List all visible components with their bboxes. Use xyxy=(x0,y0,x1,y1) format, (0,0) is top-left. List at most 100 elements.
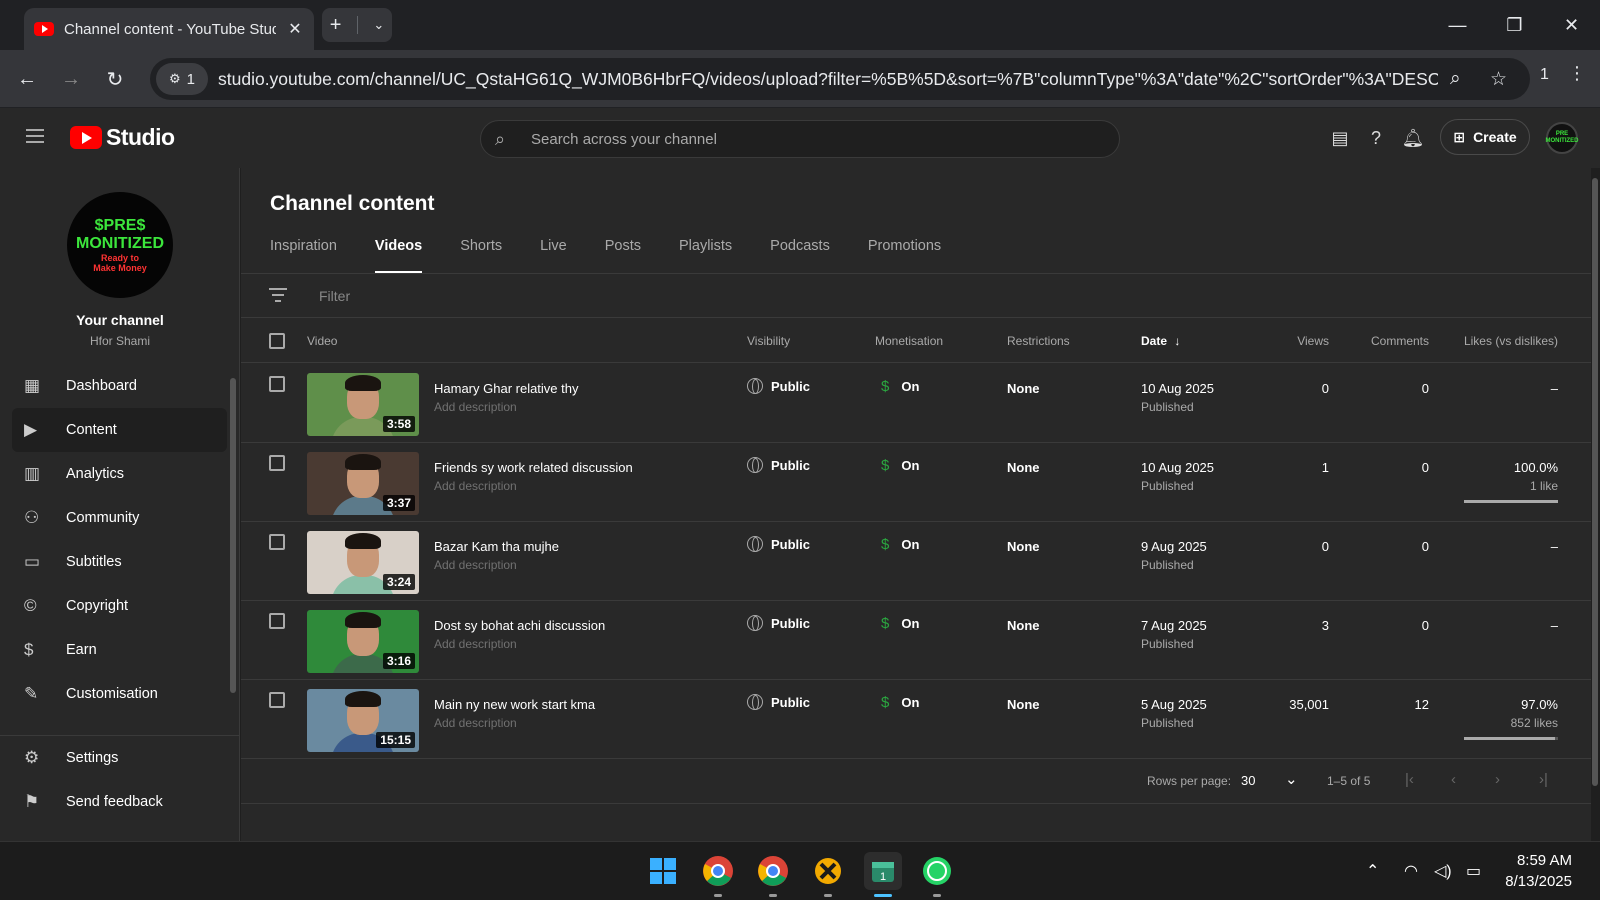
tab-videos[interactable]: Videos xyxy=(374,238,423,274)
tab-posts[interactable]: Posts xyxy=(605,238,641,274)
table-row[interactable]: 3:16 Dost sy bohat achi discussion Add des… xyxy=(241,601,1591,680)
whatsapp-icon[interactable] xyxy=(918,852,956,890)
filter-input[interactable]: Filter xyxy=(319,288,350,304)
tray-expand-chevron-icon[interactable]: ⌃ xyxy=(1366,861,1379,881)
comments-value[interactable]: 12 xyxy=(1415,697,1429,712)
visibility-cell[interactable]: Public xyxy=(747,694,810,710)
comments-value[interactable]: 0 xyxy=(1422,618,1429,633)
channel-avatar[interactable]: $PRE$ MONITIZED Ready to Make Money xyxy=(67,192,173,298)
video-description[interactable]: Add description xyxy=(434,400,517,414)
minimize-icon[interactable]: — xyxy=(1429,0,1486,50)
help-icon[interactable]: ? xyxy=(1364,126,1388,150)
video-thumbnail[interactable]: 15:15 xyxy=(307,689,419,752)
wifi-icon[interactable]: ◠ xyxy=(1404,861,1418,881)
close-tab-icon[interactable]: ✕ xyxy=(286,19,304,39)
reload-icon[interactable]: ↻ xyxy=(100,64,130,94)
video-title[interactable]: Main ny new work start kma xyxy=(434,697,595,712)
feedback-chat-icon[interactable]: ▤ xyxy=(1328,126,1352,150)
row-checkbox[interactable] xyxy=(269,534,285,550)
sidebar-item-settings[interactable]: ⚙ Settings xyxy=(12,736,227,780)
back-icon[interactable]: ← xyxy=(12,64,42,94)
create-button[interactable]: ⊞ Create xyxy=(1440,119,1530,155)
tab-shorts[interactable]: Shorts xyxy=(460,238,502,274)
studio-logo[interactable]: Studio xyxy=(70,124,175,151)
system-clock[interactable]: 8:59 AM 8/13/2025 xyxy=(1505,850,1572,892)
row-checkbox[interactable] xyxy=(269,613,285,629)
col-date[interactable]: Date ↓ xyxy=(1141,334,1180,348)
sidebar-item-copyright[interactable]: © Copyright xyxy=(12,584,227,628)
browser-tab[interactable]: Channel content - YouTube Studio ✕ xyxy=(24,8,314,50)
monetisation-cell[interactable]: $ On xyxy=(881,536,919,553)
main-scrollbar[interactable] xyxy=(1592,178,1598,786)
video-description[interactable]: Add description xyxy=(434,637,517,651)
table-row[interactable]: 3:24 Bazar Kam tha mujhe Add description Pu… xyxy=(241,522,1591,601)
visibility-cell[interactable]: Public xyxy=(747,457,810,473)
video-description[interactable]: Add description xyxy=(434,558,517,572)
visibility-cell[interactable]: Public xyxy=(747,536,810,552)
tab-search-chevron-icon[interactable]: ⌄ xyxy=(373,17,384,33)
col-likes[interactable]: Likes (vs dislikes) xyxy=(1464,334,1558,348)
search-box[interactable]: ⌕ xyxy=(480,120,1120,158)
volume-icon[interactable]: ◁) xyxy=(1434,861,1452,881)
calendar-app-icon[interactable]: 1 xyxy=(864,852,902,890)
col-views[interactable]: Views xyxy=(1297,334,1329,348)
filter-icon[interactable] xyxy=(269,288,287,306)
table-row[interactable]: 15:15 Main ny new work start kma Add descr… xyxy=(241,680,1591,759)
sidebar-item-community[interactable]: ⚇ Community xyxy=(12,496,227,540)
first-page-icon[interactable]: |‹ xyxy=(1405,771,1414,788)
prev-page-icon[interactable]: ‹ xyxy=(1451,771,1456,788)
windows-start-icon[interactable] xyxy=(644,852,682,890)
filter-bar[interactable]: Filter xyxy=(241,274,1591,318)
menu-hamburger-icon[interactable] xyxy=(26,129,44,143)
last-page-icon[interactable]: ›| xyxy=(1539,771,1548,788)
monetisation-cell[interactable]: $ On xyxy=(881,457,919,474)
sidebar-item-analytics[interactable]: ▥ Analytics xyxy=(12,452,227,496)
sidebar-item-content[interactable]: ▶ Content xyxy=(12,408,227,452)
monetisation-cell[interactable]: $ On xyxy=(881,694,919,711)
row-checkbox[interactable] xyxy=(269,692,285,708)
monetisation-cell[interactable]: $ On xyxy=(881,378,919,395)
rows-per-page-chevron-icon[interactable]: ⌄ xyxy=(1285,770,1298,788)
forward-icon[interactable]: → xyxy=(56,64,86,94)
visibility-cell[interactable]: Public xyxy=(747,615,810,631)
site-info-button[interactable]: ⚙ 1 xyxy=(156,63,208,95)
comments-value[interactable]: 0 xyxy=(1422,381,1429,396)
tab-playlists[interactable]: Playlists xyxy=(679,238,732,274)
video-thumbnail[interactable]: 3:24 xyxy=(307,531,419,594)
sidebar-item-subtitles[interactable]: ▭ Subtitles xyxy=(12,540,227,584)
table-row[interactable]: 3:58 Hamary Ghar relative thy Add descript… xyxy=(241,364,1591,443)
sidebar-item-customisation[interactable]: ✎ Customisation xyxy=(12,672,227,716)
rows-per-page-select[interactable]: 30 xyxy=(1241,773,1255,788)
table-row[interactable]: 3:37 Friends sy work related discussion Ad… xyxy=(241,443,1591,522)
comments-value[interactable]: 0 xyxy=(1422,539,1429,554)
bookmark-star-icon[interactable]: ☆ xyxy=(1490,68,1507,91)
tab-podcasts[interactable]: Podcasts xyxy=(770,238,830,274)
video-title[interactable]: Dost sy bohat achi discussion xyxy=(434,618,605,633)
sidebar-item-earn[interactable]: $ Earn xyxy=(12,628,227,672)
video-title[interactable]: Friends sy work related discussion xyxy=(434,460,633,475)
chrome-app-icon[interactable] xyxy=(699,852,737,890)
address-bar[interactable]: ⚙ 1 studio.youtube.com/channel/UC_QstaHG… xyxy=(150,58,1530,100)
notifications-bell-icon[interactable]: 🔔︎ xyxy=(1401,126,1425,150)
col-restrictions[interactable]: Restrictions xyxy=(1007,334,1070,348)
visibility-cell[interactable]: Public xyxy=(747,378,810,394)
restore-icon[interactable]: ❐ xyxy=(1486,0,1543,50)
battery-icon[interactable]: ▭ xyxy=(1466,861,1481,881)
select-all-checkbox[interactable] xyxy=(269,333,285,349)
monetisation-cell[interactable]: $ On xyxy=(881,615,919,632)
tab-live[interactable]: Live xyxy=(540,238,567,274)
video-description[interactable]: Add description xyxy=(434,479,517,493)
col-monetisation[interactable]: Monetisation xyxy=(875,334,943,348)
url-text[interactable]: studio.youtube.com/channel/UC_QstaHG61Q_… xyxy=(218,69,1438,90)
col-visibility[interactable]: Visibility xyxy=(747,334,790,348)
video-thumbnail[interactable]: 3:16 xyxy=(307,610,419,673)
col-comments[interactable]: Comments xyxy=(1371,334,1429,348)
chrome-app-icon-2[interactable] xyxy=(754,852,792,890)
sidebar-item-dashboard[interactable]: ▦ Dashboard xyxy=(12,364,227,408)
next-page-icon[interactable]: › xyxy=(1495,771,1500,788)
new-tab-icon[interactable]: + xyxy=(330,14,342,37)
video-title[interactable]: Bazar Kam tha mujhe xyxy=(434,539,559,554)
comments-value[interactable]: 0 xyxy=(1422,460,1429,475)
sidebar-scrollbar[interactable] xyxy=(230,378,236,693)
video-thumbnail[interactable]: 3:58 xyxy=(307,373,419,436)
